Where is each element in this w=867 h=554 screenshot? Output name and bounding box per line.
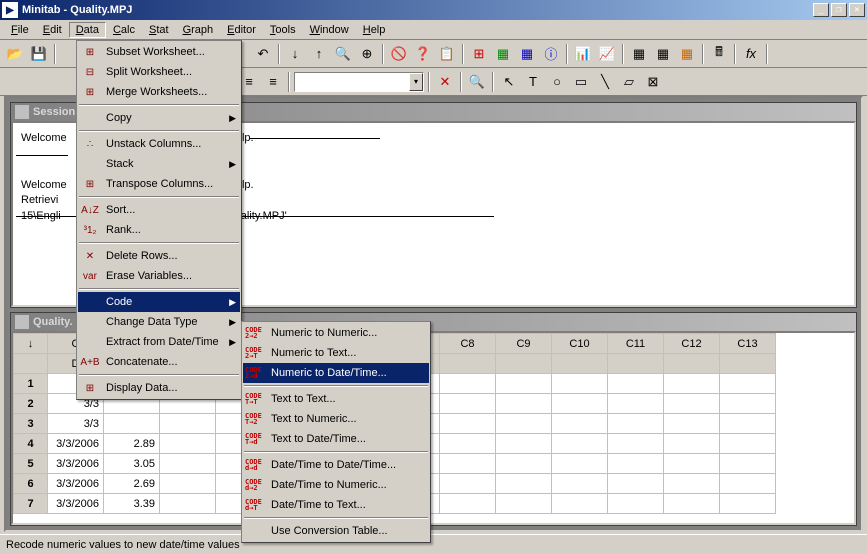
info-icon[interactable]: ⓘ xyxy=(540,43,562,65)
data-menu: ⊞Subset Worksheet...⊟Split Worksheet...⊞… xyxy=(76,40,242,400)
menu-item[interactable]: ⊞Merge Worksheets... xyxy=(78,82,240,102)
menu-file[interactable]: File xyxy=(4,22,36,38)
arrow-down-icon[interactable]: ↓ xyxy=(284,43,306,65)
menu-item[interactable]: Copy▶ xyxy=(78,108,240,128)
menu-help[interactable]: Help xyxy=(356,22,393,38)
help-icon[interactable]: ❓ xyxy=(412,43,434,65)
rect-tool-icon[interactable]: ▭ xyxy=(570,71,592,93)
menu-editor[interactable]: Editor xyxy=(220,22,263,38)
menu-item[interactable]: Stack▶ xyxy=(78,154,240,174)
maximize-button[interactable]: ❐ xyxy=(831,3,847,17)
target-icon[interactable]: ⊕ xyxy=(356,43,378,65)
undo-icon[interactable]: ↶ xyxy=(252,43,274,65)
marker-icon[interactable]: ⊠ xyxy=(642,71,664,93)
menu-item[interactable]: ✕Delete Rows... xyxy=(78,246,240,266)
menu-item[interactable]: CODE d→2Date/Time to Numeric... xyxy=(243,475,429,495)
minimize-button[interactable]: _ xyxy=(813,3,829,17)
font-combo[interactable]: ▾ xyxy=(294,72,424,92)
clear-icon[interactable]: ✕ xyxy=(434,71,456,93)
tool1-icon[interactable]: ⊞ xyxy=(468,43,490,65)
menu-item[interactable]: ⊞Transpose Columns... xyxy=(78,174,240,194)
tool3-icon[interactable]: ▦ xyxy=(516,43,538,65)
menu-item[interactable]: ∴Unstack Columns... xyxy=(78,134,240,154)
session-title-text: Session xyxy=(33,106,75,118)
menu-item[interactable]: Change Data Type▶ xyxy=(78,312,240,332)
window-title: Minitab - Quality.MPJ xyxy=(22,4,813,16)
menu-graph[interactable]: Graph xyxy=(176,22,221,38)
menu-item[interactable]: varErase Variables... xyxy=(78,266,240,286)
title-bar: ▶ Minitab - Quality.MPJ _ ❐ ✕ xyxy=(0,0,867,20)
end-icon[interactable] xyxy=(772,43,794,65)
line-tool-icon[interactable]: ╲ xyxy=(594,71,616,93)
close-button[interactable]: ✕ xyxy=(849,3,865,17)
tool2-icon[interactable]: ▦ xyxy=(492,43,514,65)
app-icon: ▶ xyxy=(2,2,18,18)
polyline-icon[interactable]: ▱ xyxy=(618,71,640,93)
menu-item[interactable]: CODE T→2Text to Numeric... xyxy=(243,409,429,429)
menu-item[interactable]: CODE T→TText to Text... xyxy=(243,389,429,409)
menu-item[interactable]: ⊞Display Data... xyxy=(78,378,240,398)
status-text: Recode numeric values to new date/time v… xyxy=(6,539,240,551)
arrow-up-icon[interactable]: ↑ xyxy=(308,43,330,65)
code-submenu: CODE 2→2Numeric to Numeric...CODE 2→TNum… xyxy=(241,321,431,543)
menu-item[interactable]: Code▶ xyxy=(78,292,240,312)
menu-item[interactable]: Extract from Date/Time▶ xyxy=(78,332,240,352)
align-right-icon[interactable]: ≡ xyxy=(262,71,284,93)
menu-data[interactable]: Data xyxy=(69,22,106,38)
menu-item[interactable]: CODE 2→TNumeric to Text... xyxy=(243,343,429,363)
text-tool-icon[interactable]: T xyxy=(522,71,544,93)
menu-item[interactable]: Use Conversion Table... xyxy=(243,521,429,541)
menu-bar: FileEditDataCalcStatGraphEditorToolsWind… xyxy=(0,20,867,40)
worksheet-title-text: Quality. xyxy=(33,316,73,328)
chart1-icon[interactable]: 📊 xyxy=(572,43,594,65)
menu-item[interactable]: CODE d→TDate/Time to Text... xyxy=(243,495,429,515)
menu-item[interactable]: ³1₂Rank... xyxy=(78,220,240,240)
pointer-icon[interactable]: ↖ xyxy=(498,71,520,93)
doc-icon[interactable]: 📋 xyxy=(436,43,458,65)
layer1-icon[interactable]: ▦ xyxy=(628,43,650,65)
menu-stat[interactable]: Stat xyxy=(142,22,176,38)
menu-item[interactable]: CODE d→dDate/Time to Date/Time... xyxy=(243,455,429,475)
calc-icon[interactable]: 🖩 xyxy=(708,43,730,65)
circle-tool-icon[interactable]: ○ xyxy=(546,71,568,93)
binoculars-icon[interactable]: 🔍 xyxy=(332,43,354,65)
menu-item[interactable]: CODE 2→2Numeric to Numeric... xyxy=(243,323,429,343)
menu-tools[interactable]: Tools xyxy=(263,22,303,38)
menu-item[interactable]: CODE 2→dNumeric to Date/Time... xyxy=(243,363,429,383)
menu-edit[interactable]: Edit xyxy=(36,22,69,38)
grid-icon[interactable]: ▦ xyxy=(676,43,698,65)
status-bar: Recode numeric values to new date/time v… xyxy=(0,534,867,554)
menu-item[interactable]: A↓ZSort... xyxy=(78,200,240,220)
zoom-icon[interactable]: 🔍 xyxy=(466,71,488,93)
fx-icon[interactable]: fx xyxy=(740,43,762,65)
menu-item[interactable]: CODE T→dText to Date/Time... xyxy=(243,429,429,449)
layer2-icon[interactable]: ▦ xyxy=(652,43,674,65)
menu-item[interactable]: ⊞Subset Worksheet... xyxy=(78,42,240,62)
no-icon[interactable]: 🚫 xyxy=(388,43,410,65)
menu-item[interactable]: ⊟Split Worksheet... xyxy=(78,62,240,82)
chart2-icon[interactable]: 📈 xyxy=(596,43,618,65)
save-icon[interactable]: 💾 xyxy=(28,43,50,65)
menu-calc[interactable]: Calc xyxy=(106,22,142,38)
menu-item[interactable]: A+BConcatenate... xyxy=(78,352,240,372)
open-icon[interactable]: 📂 xyxy=(4,43,26,65)
menu-window[interactable]: Window xyxy=(303,22,356,38)
